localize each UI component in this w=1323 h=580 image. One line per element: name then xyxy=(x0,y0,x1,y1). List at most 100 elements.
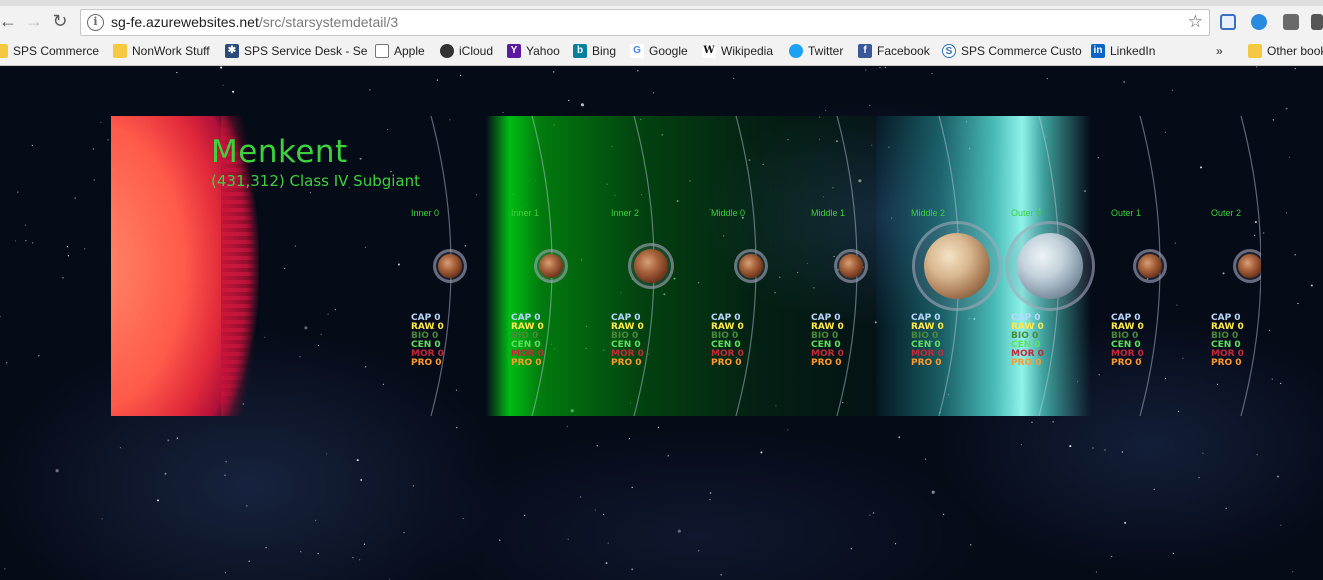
planet[interactable] xyxy=(924,233,990,299)
menu-extension-icon[interactable] xyxy=(1311,14,1323,30)
star-dot xyxy=(1288,156,1290,158)
star-dot xyxy=(1280,524,1282,526)
star-dot xyxy=(265,547,267,549)
site-info-icon[interactable]: i xyxy=(87,14,104,31)
planet-slot[interactable]: Middle 2 CAP 0 RAW 0 BIO 0 CEN 0 MOR 0 PRO 0 xyxy=(911,116,1011,416)
star-dot xyxy=(931,490,935,494)
bookmark-google[interactable]: G Google xyxy=(630,42,688,60)
planet[interactable] xyxy=(1138,254,1162,278)
bookmark-icloud[interactable]: iCloud xyxy=(440,42,493,60)
planet-stats: CAP 0 RAW 0 BIO 0 CEN 0 MOR 0 PRO 0 xyxy=(811,314,844,368)
reload-icon[interactable]: ↻ xyxy=(48,9,72,33)
planet-stats: CAP 0 RAW 0 BIO 0 CEN 0 MOR 0 PRO 0 xyxy=(911,314,944,368)
planet-stats: CAP 0 RAW 0 BIO 0 CEN 0 MOR 0 PRO 0 xyxy=(411,314,444,368)
star-dot xyxy=(596,445,598,447)
star-dot xyxy=(605,562,608,565)
star-dot xyxy=(248,560,250,562)
planet-slot[interactable]: Middle 0 CAP 0 RAW 0 BIO 0 CEN 0 MOR 0 PRO 0 xyxy=(711,116,811,416)
address-bar[interactable]: i sg-fe.azurewebsites.net/src/starsystem… xyxy=(80,9,1210,36)
bookmark-label: Yahoo xyxy=(526,44,560,58)
star-dot xyxy=(1272,119,1274,121)
star-dot xyxy=(360,479,363,481)
star-dot xyxy=(157,499,159,502)
star-dot xyxy=(456,427,458,429)
star-info: (431,312) Class IV Subgiant xyxy=(211,172,421,190)
planet[interactable] xyxy=(739,254,763,278)
planet-slot[interactable]: Outer 0 CAP 0 RAW 0 BIO 0 CEN 0 MOR 0 PRO 0 xyxy=(1005,116,1111,416)
star-dot xyxy=(1202,452,1204,454)
bookmark-label: Google xyxy=(649,44,688,58)
planet-slot[interactable]: Outer 1 CAP 0 RAW 0 BIO 0 CEN 0 MOR 0 PRO 0 xyxy=(1111,116,1211,416)
planet[interactable] xyxy=(839,254,863,278)
bookmark-bing[interactable]: b Bing xyxy=(573,42,616,60)
star-dot xyxy=(553,71,555,73)
planet-slot[interactable]: Outer 2 CAP 0 RAW 0 BIO 0 CEN 0 MOR 0 PRO 0 xyxy=(1211,116,1261,416)
star-dot xyxy=(894,543,897,545)
star-dot xyxy=(84,248,86,250)
stat-pro: PRO 0 xyxy=(611,358,642,368)
bookmark-apple[interactable]: Apple xyxy=(375,42,425,60)
star-dot xyxy=(167,439,170,442)
bing-icon: b xyxy=(573,44,587,58)
star-dot xyxy=(1285,212,1288,214)
planet[interactable] xyxy=(1238,254,1261,278)
planet-slot[interactable]: Inner 1 CAP 0 RAW 0 BIO 0 CEN 0 MOR 0 PRO 0 xyxy=(511,116,611,416)
star-dot xyxy=(709,499,711,501)
star-dot xyxy=(107,139,109,141)
slot-label: Outer 0 xyxy=(1011,208,1042,218)
bookmark-nonwork-stuff[interactable]: NonWork Stuff xyxy=(113,42,210,60)
other-bookmarks[interactable]: Other book xyxy=(1248,42,1323,60)
bookmark-yahoo[interactable]: Y Yahoo xyxy=(507,42,560,60)
star-dot xyxy=(225,461,227,463)
star-dot xyxy=(17,191,19,193)
star-dot xyxy=(224,572,226,574)
url-host: sg-fe.azurewebsites.net xyxy=(111,14,259,30)
planet[interactable] xyxy=(1017,233,1083,299)
star-dot xyxy=(1111,555,1113,557)
planet[interactable] xyxy=(634,249,668,283)
planet-slot[interactable]: Inner 2 CAP 0 RAW 0 BIO 0 CEN 0 MOR 0 PRO 0 xyxy=(611,116,711,416)
star-dot xyxy=(14,240,16,242)
star-dot xyxy=(101,518,103,520)
bookmark-wikipedia[interactable]: W Wikipedia xyxy=(702,42,773,60)
planet-slot[interactable]: Middle 1 CAP 0 RAW 0 BIO 0 CEN 0 MOR 0 PRO 0 xyxy=(811,116,911,416)
url-text[interactable]: sg-fe.azurewebsites.net/src/starsystemde… xyxy=(111,14,398,30)
star-dot xyxy=(657,426,660,428)
planet-slot[interactable]: Inner 0 CAP 0 RAW 0 BIO 0 CEN 0 MOR 0 PRO 0 xyxy=(411,116,511,416)
extension-icon[interactable] xyxy=(1283,14,1299,30)
bookmark-twitter[interactable]: Twitter xyxy=(789,42,843,60)
star-dot xyxy=(232,90,235,93)
overflow-label: » xyxy=(1216,44,1223,58)
planet[interactable] xyxy=(539,254,563,278)
cloud-extension-icon[interactable] xyxy=(1251,14,1267,30)
bookmark-sps-commerce[interactable]: SPS Commerce xyxy=(0,42,99,60)
star-dot xyxy=(1124,521,1127,524)
bookmark-linkedin[interactable]: in LinkedIn xyxy=(1091,42,1155,60)
planet[interactable] xyxy=(438,254,462,278)
star-dot xyxy=(176,437,178,439)
back-arrow-icon[interactable]: ← xyxy=(0,9,20,33)
star-dot xyxy=(1172,552,1174,554)
star-dot xyxy=(869,514,871,516)
stat-pro: PRO 0 xyxy=(811,358,842,368)
star-dot xyxy=(62,277,64,279)
forward-arrow-icon[interactable]: → xyxy=(22,9,46,33)
star-dot xyxy=(931,72,933,75)
star-dot xyxy=(580,103,585,107)
star-dot xyxy=(1095,571,1097,573)
bookmark-service-desk[interactable]: ✱ SPS Service Desk - Se xyxy=(225,42,367,60)
bookmarks-overflow-button[interactable]: » xyxy=(1216,42,1223,60)
star-dot xyxy=(1271,378,1273,380)
star-dot xyxy=(594,509,596,511)
star-dot xyxy=(677,529,681,533)
star-dot xyxy=(32,242,34,244)
bookmark-facebook[interactable]: f Facebook xyxy=(858,42,930,60)
star-dot xyxy=(1280,382,1282,384)
bookmark-star-icon[interactable]: ☆ xyxy=(1188,12,1203,32)
bookmark-sps-commerce-custo[interactable]: S SPS Commerce Custo xyxy=(942,42,1082,60)
star-dot xyxy=(1292,571,1294,573)
cast-extension-icon[interactable] xyxy=(1220,14,1236,30)
folder-icon xyxy=(113,44,127,58)
star-dot xyxy=(698,550,700,552)
star-dot xyxy=(873,512,875,514)
